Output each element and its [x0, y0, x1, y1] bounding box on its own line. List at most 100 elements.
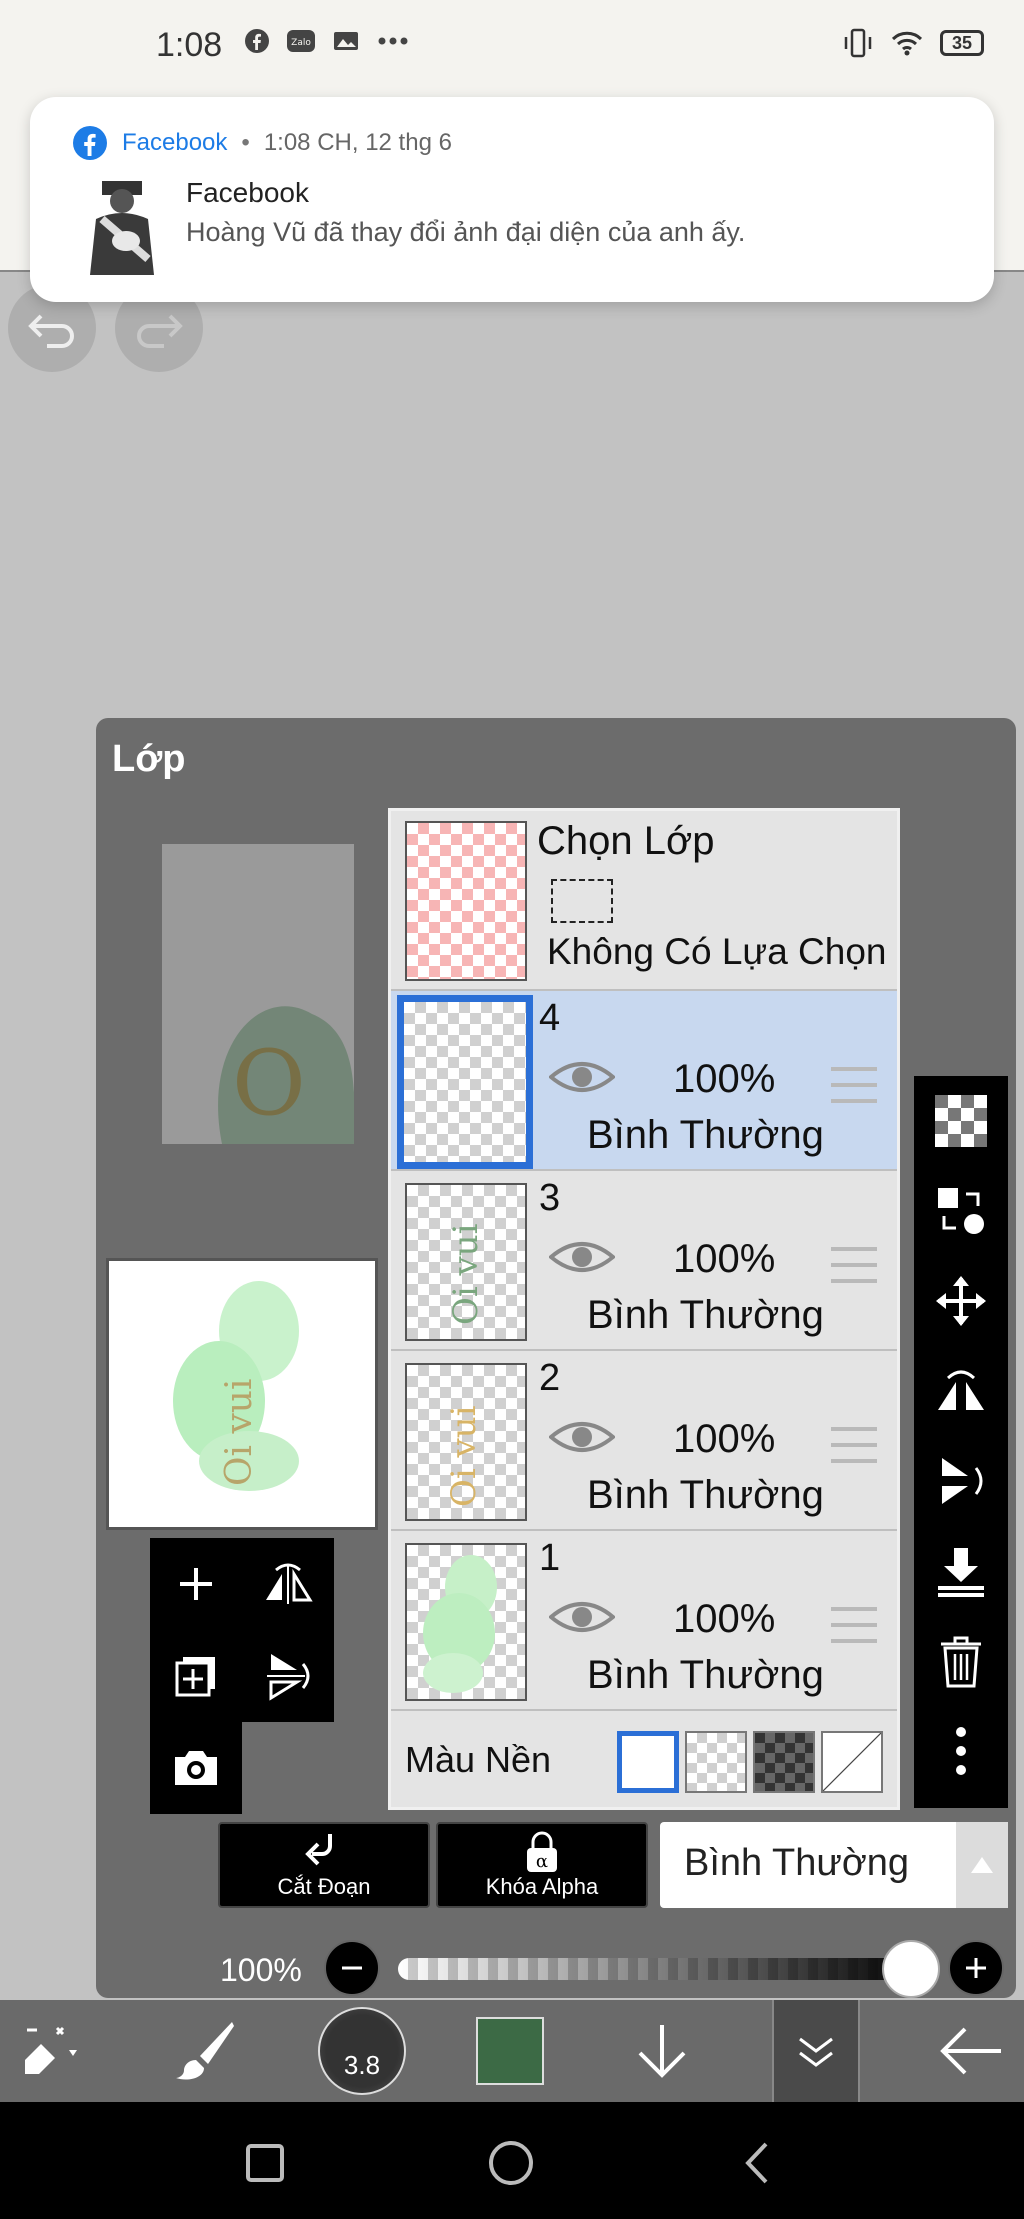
- canvas-artwork: O: [218, 1006, 354, 1144]
- clipping-button[interactable]: Cắt Đoạn: [218, 1822, 430, 1908]
- visibility-eye-icon[interactable]: [549, 1417, 615, 1457]
- transform-icon: [25, 2026, 77, 2074]
- undo-icon: [28, 314, 74, 348]
- plus-icon: [180, 1568, 212, 1600]
- clipping-label: Cắt Đoạn: [277, 1874, 371, 1899]
- recent-apps-icon[interactable]: [240, 2138, 290, 2188]
- opacity-decrease-button[interactable]: [324, 1940, 380, 1996]
- flip-vertical-icon: [942, 1458, 983, 1504]
- arrow-left-icon: [940, 2027, 1001, 2075]
- notification-card[interactable]: Facebook • 1:08 CH, 12 thg 6 Facebook Ho…: [30, 97, 994, 302]
- selection-marquee-icon: [551, 879, 613, 923]
- layer-number: 2: [539, 1357, 561, 1399]
- layer-blend-mode: Bình Thường: [587, 1653, 824, 1697]
- color-button[interactable]: [460, 2000, 560, 2102]
- more-vertical-icon: [956, 1727, 966, 1775]
- flip-vertical-button[interactable]: [242, 1630, 334, 1722]
- system-navigation-bar: [0, 2102, 1024, 2219]
- status-notification-icons: Zalo: [244, 28, 410, 54]
- back-icon[interactable]: [734, 2138, 784, 2188]
- double-chevron-down-icon: [799, 2037, 833, 2067]
- blend-mode-select[interactable]: Bình Thường: [660, 1822, 1008, 1908]
- layer-row-3[interactable]: Oi vui 3 100% Bình Thường: [391, 1171, 897, 1351]
- drag-handle-icon[interactable]: [831, 1247, 877, 1283]
- move-button[interactable]: [914, 1256, 1008, 1346]
- layer-panel-toggle-button[interactable]: [772, 2000, 860, 2102]
- brush-tool-button[interactable]: [150, 2000, 260, 2102]
- selection-layer-thumbnail: [405, 821, 527, 981]
- layer-row-1[interactable]: 1 100% Bình Thường: [391, 1531, 897, 1711]
- trash-icon: [941, 1636, 981, 1688]
- background-white-swatch[interactable]: [617, 1731, 679, 1793]
- background-dark-checker-swatch[interactable]: [753, 1731, 815, 1793]
- opacity-increase-button[interactable]: [948, 1940, 1004, 1996]
- brush-size-button[interactable]: 3.8: [312, 2000, 412, 2102]
- visibility-eye-icon[interactable]: [549, 1057, 615, 1097]
- layer-blend-mode: Bình Thường: [587, 1113, 824, 1157]
- arrow-down-icon: [638, 2025, 686, 2078]
- back-arrow-button[interactable]: [916, 2000, 1024, 2102]
- checkerboard-icon: [935, 1095, 987, 1147]
- delete-layer-button[interactable]: [914, 1616, 1008, 1706]
- svg-text:O: O: [232, 1031, 306, 1136]
- svg-text:Oi vui: Oi vui: [219, 1378, 260, 1486]
- alpha-lock-button[interactable]: α Khóa Alpha: [436, 1822, 648, 1908]
- add-layer-button[interactable]: [150, 1538, 242, 1630]
- panel-title: Lớp: [112, 738, 186, 780]
- current-color-swatch: [476, 2017, 544, 2085]
- canvas-thumbnail[interactable]: Oi vui: [106, 1258, 378, 1530]
- blend-mode-value: Bình Thường: [684, 1842, 910, 1884]
- notification-title: Facebook: [186, 177, 309, 208]
- layer-number: 4: [539, 997, 561, 1039]
- merge-down-icon: [938, 1548, 984, 1597]
- zalo-status-icon: Zalo: [287, 30, 315, 52]
- flip-vertical-icon: [267, 1654, 310, 1701]
- svg-text:Zalo: Zalo: [291, 38, 311, 48]
- drag-handle-icon[interactable]: [831, 1607, 877, 1643]
- transparency-button[interactable]: [914, 1076, 1008, 1166]
- flip-layer-horizontal-button[interactable]: [914, 1346, 1008, 1436]
- layer-row-2[interactable]: Oi vui 2 100% Bình Thường: [391, 1351, 897, 1531]
- add-copy-layer-button[interactable]: [150, 1630, 242, 1722]
- alpha-lock-icon: α: [527, 1831, 557, 1872]
- layer-down-button[interactable]: [612, 2000, 712, 2102]
- status-time: 1:08: [156, 26, 223, 64]
- opacity-slider[interactable]: [398, 1958, 922, 1980]
- camera-icon: [175, 1751, 217, 1785]
- notification-time: 1:08 CH, 12 thg 6: [263, 129, 452, 156]
- flip-horizontal-button[interactable]: [242, 1538, 334, 1630]
- add-copy-icon: [175, 1657, 215, 1697]
- drag-handle-icon[interactable]: [831, 1427, 877, 1463]
- thumbnail-artwork: Oi vui: [173, 1281, 299, 1491]
- camera-button[interactable]: [150, 1722, 242, 1814]
- layer-row-4[interactable]: 4 100% Bình Thường: [391, 991, 897, 1171]
- visibility-eye-icon[interactable]: [549, 1597, 615, 1637]
- facebook-logo-icon: [73, 126, 107, 160]
- background-none-swatch[interactable]: [821, 1731, 883, 1793]
- left-layer-tools: [150, 1538, 336, 1814]
- flip-layer-vertical-button[interactable]: [914, 1436, 1008, 1526]
- layer-convert-button[interactable]: [914, 1166, 1008, 1256]
- drag-handle-icon[interactable]: [831, 1067, 877, 1103]
- alpha-lock-label: Khóa Alpha: [485, 1874, 599, 1899]
- opacity-label: 100%: [220, 1952, 302, 1988]
- more-options-button[interactable]: [914, 1706, 1008, 1796]
- layer-thumbnail: Oi vui: [405, 1363, 527, 1521]
- home-icon[interactable]: [486, 2138, 536, 2188]
- dropdown-arrow-icon[interactable]: [956, 1822, 1008, 1908]
- visibility-eye-icon[interactable]: [549, 1237, 615, 1277]
- minus-icon: [342, 1966, 362, 1970]
- flip-horizontal-icon: [266, 1563, 313, 1604]
- layer-opacity: 100%: [673, 1237, 776, 1281]
- right-layer-tools: [914, 1076, 1008, 1808]
- layer-opacity: 100%: [673, 1597, 776, 1641]
- layer-thumbnail: [397, 995, 533, 1169]
- selection-layer-row[interactable]: Chọn Lớp Không Có Lựa Chọn: [391, 811, 897, 991]
- layer-blend-mode: Bình Thường: [587, 1293, 824, 1337]
- merge-down-button[interactable]: [914, 1526, 1008, 1616]
- background-light-checker-swatch[interactable]: [685, 1731, 747, 1793]
- layer-thumbnail: [405, 1543, 527, 1701]
- transform-tool-button[interactable]: [0, 2000, 100, 2102]
- opacity-slider-handle[interactable]: [882, 1940, 940, 1998]
- layer-panel: Lớp O Oi vui Chọn Lớp Không Có Lựa Chọn …: [96, 718, 1016, 1998]
